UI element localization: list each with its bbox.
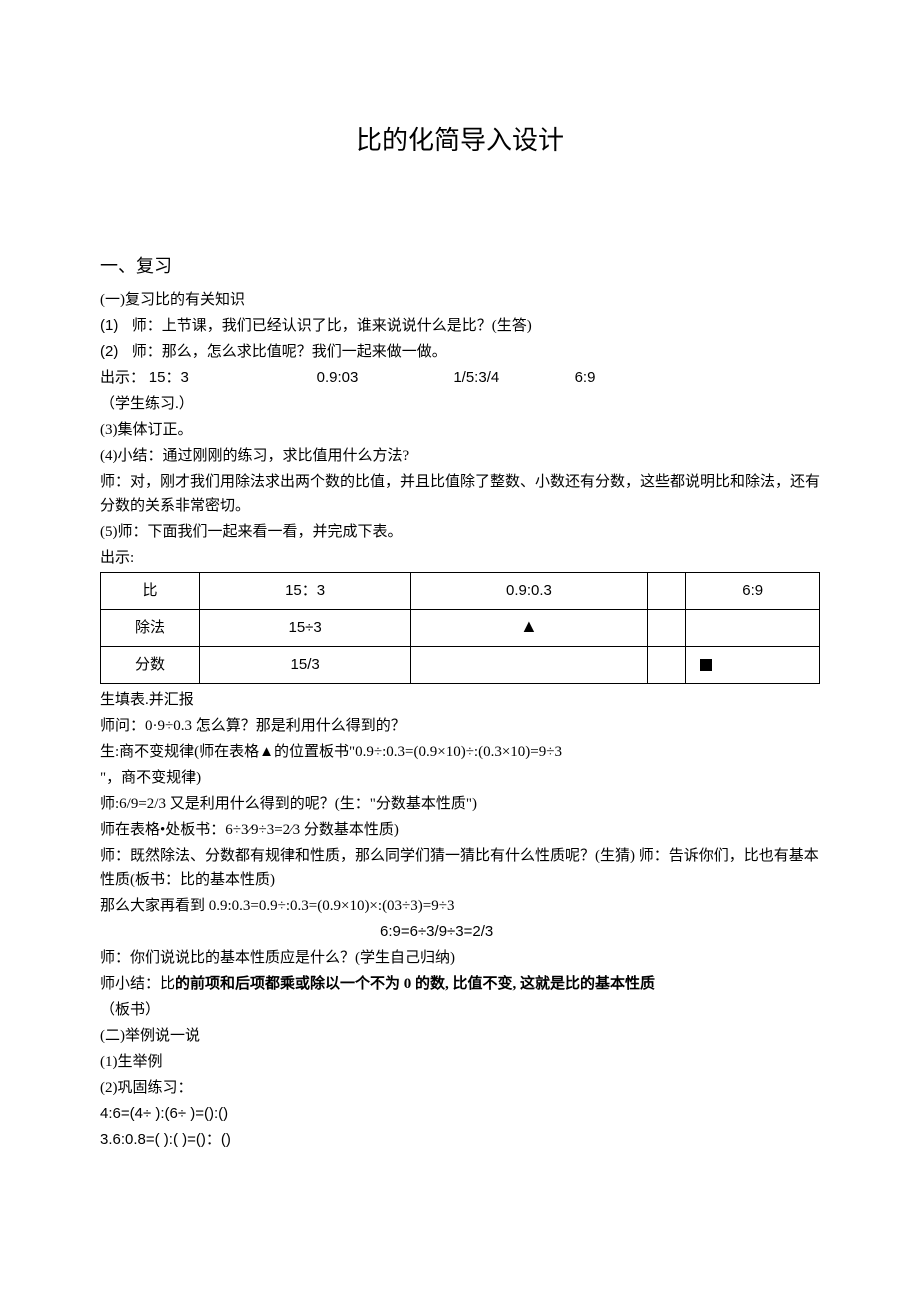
display-value: 1/5:3/4 <box>416 366 536 390</box>
display-note: （学生练习.） <box>100 392 820 416</box>
table-cell: 0.9:0.3 <box>411 573 647 610</box>
display-value: 0.9:03 <box>263 366 413 390</box>
table-cell <box>647 573 686 610</box>
body-text: 那么大家再看到 0.9:0.3=0.9÷:0.3=(0.9×10)×:(03÷3… <box>100 894 820 918</box>
table-row: 除法 15÷3 ▲ <box>101 610 820 647</box>
square-icon <box>700 659 712 671</box>
section-heading: 一、复习 <box>100 252 820 281</box>
table-cell: 除法 <box>101 610 200 647</box>
table-cell: 比 <box>101 573 200 610</box>
table-cell <box>647 647 686 684</box>
body-text: 师问：0·9÷0.3 怎么算？那是利用什么得到的？ <box>100 714 820 738</box>
table-cell: 分数 <box>101 647 200 684</box>
table-cell: 6:9 <box>686 573 820 610</box>
item-text: 师：上节课，我们已经认识了比，谁来说说什么是比？(生答) <box>132 318 532 334</box>
item-text: (4)小结：通过刚刚的练习，求比值用什么方法? <box>100 444 820 468</box>
item-text: (3)集体订正。 <box>100 418 820 442</box>
body-text: 师：你们说说比的基本性质应是什么？(学生自己归纳) <box>100 946 820 970</box>
table-cell: 15/3 <box>200 647 411 684</box>
table-row: 分数 15/3 <box>101 647 820 684</box>
item-note: 师：对，刚才我们用除法求出两个数的比值，并且比值除了整数、小数还有分数，这些都说… <box>100 470 820 518</box>
item-text: 师：那么，怎么求比值呢？我们一起来做一做。 <box>132 344 447 360</box>
body-text: （板书） <box>100 998 820 1022</box>
item-text: (5)师：下面我们一起来看一看，并完成下表。 <box>100 520 820 544</box>
item-text: (2)巩固练习： <box>100 1076 820 1100</box>
subsection-heading: (二)举例说一说 <box>100 1024 820 1048</box>
table-cell: 15：3 <box>200 573 411 610</box>
body-text: 师小结：比 <box>100 976 175 992</box>
item-number: (1) <box>100 314 128 338</box>
item-text: (1)生举例 <box>100 1050 820 1074</box>
exercise-line: 4:6=(4÷ ):(6÷ )=():() <box>100 1102 820 1126</box>
expression: 6:9=6÷3/9÷3=2/3 <box>380 920 820 944</box>
table-cell <box>686 647 820 684</box>
body-text: 师：既然除法、分数都有规律和性质，那么同学们猜一猜比有什么性质呢？(生猜) 师：… <box>100 844 820 892</box>
body-text: 生:商不变规律(师在表格▲的位置板书"0.9÷:0.3=(0.9×10)÷:(0… <box>100 744 562 760</box>
display-value: 15：3 <box>149 366 259 390</box>
table-cell <box>686 610 820 647</box>
subsection-heading: (一)复习比的有关知识 <box>100 288 820 312</box>
display-value: 6:9 <box>540 366 630 390</box>
triangle-icon: ▲ <box>520 617 538 635</box>
item-number: (2) <box>100 340 128 364</box>
body-text-bold: 的前项和后项都乘或除以一个不为 0 的数, 比值不变, 这就是比的基本性质 <box>175 976 655 992</box>
table-cell <box>647 610 686 647</box>
table-row: 比 15：3 0.9:0.3 6:9 <box>101 573 820 610</box>
table-cell: 15÷3 <box>200 610 411 647</box>
body-text: 师:6/9=2/3 又是利用什么得到的呢？(生："分数基本性质") <box>100 792 820 816</box>
table-cell <box>411 647 647 684</box>
display-label: 出示: <box>100 546 820 570</box>
body-text: 生填表.并汇报 <box>100 688 820 712</box>
exercise-line: 3.6:0.8=( ):( )=()：() <box>100 1128 820 1152</box>
doc-title: 比的化简导入设计 <box>100 120 820 162</box>
body-text: "，商不变规律) <box>100 766 820 790</box>
ratio-table: 比 15：3 0.9:0.3 6:9 除法 15÷3 ▲ 分数 15/3 <box>100 572 820 684</box>
table-cell: ▲ <box>411 610 647 647</box>
display-label: 出示： <box>100 366 145 390</box>
body-text: 师在表格•处板书：6÷3⁄9÷3=2⁄3 分数基本性质) <box>100 818 820 842</box>
